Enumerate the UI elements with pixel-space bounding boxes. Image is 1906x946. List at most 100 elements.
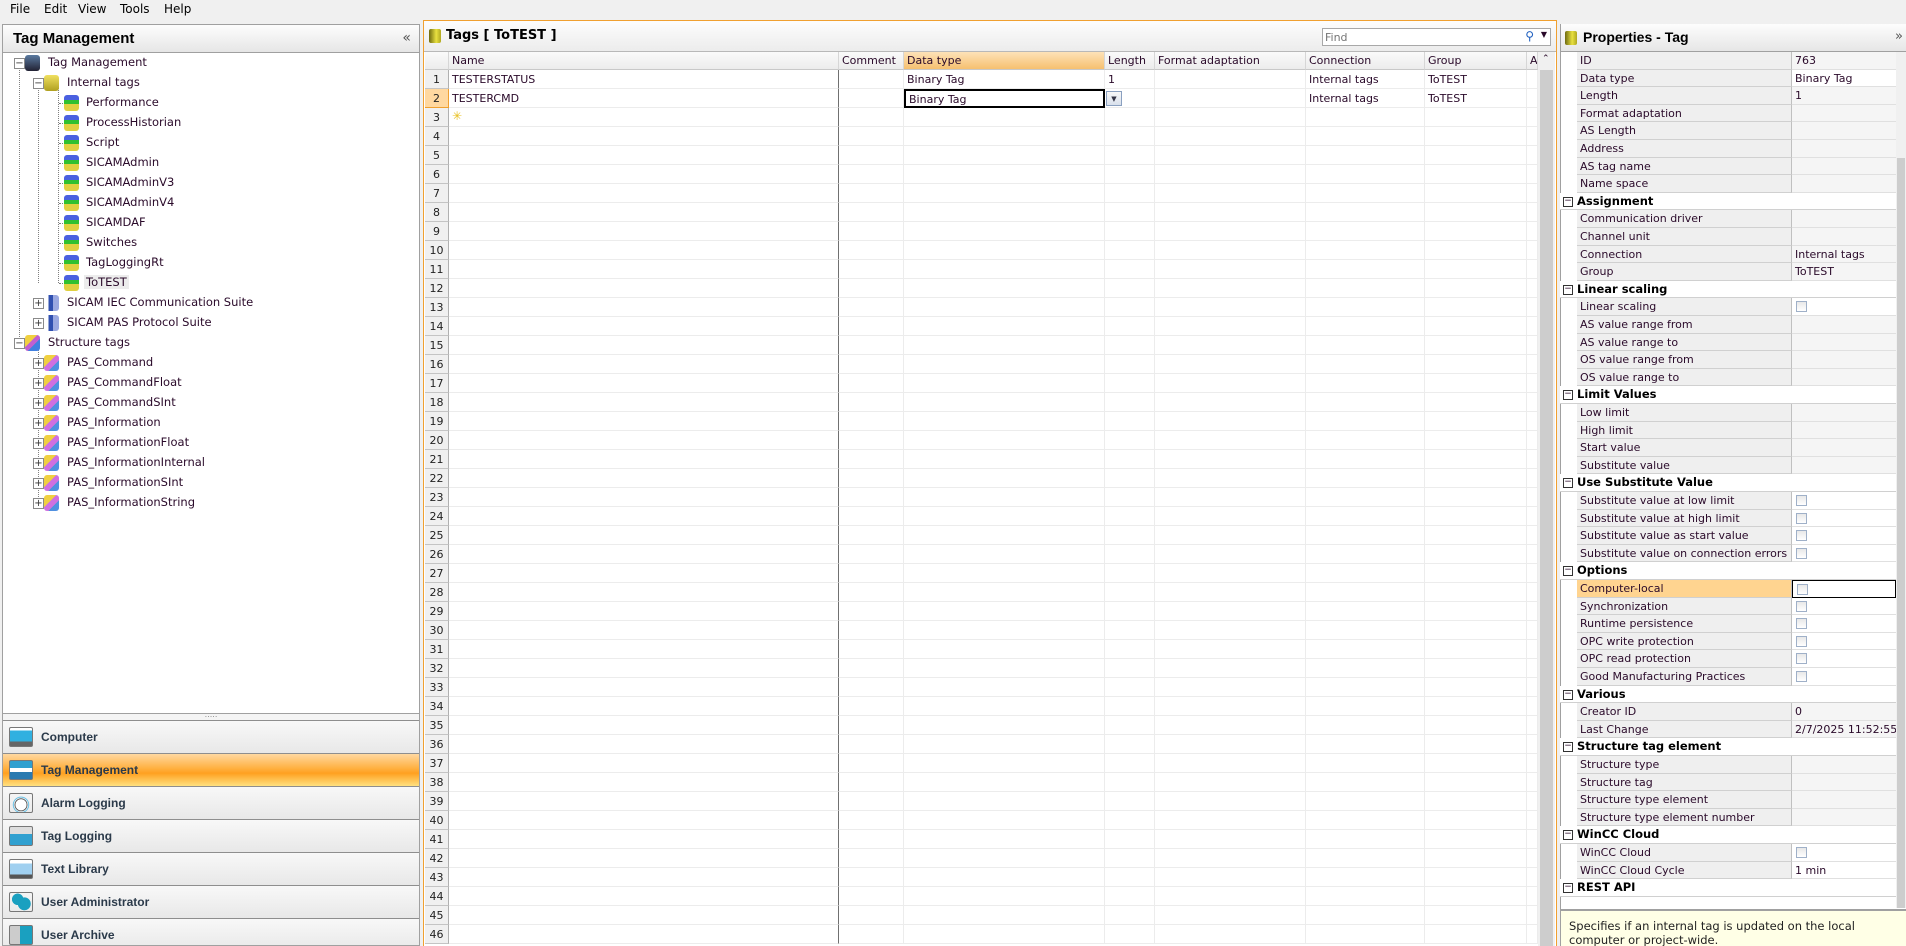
- cell-comment[interactable]: [839, 374, 904, 393]
- cell-format[interactable]: [1155, 830, 1306, 849]
- property-value[interactable]: [1792, 351, 1896, 369]
- cell-data-type[interactable]: [904, 849, 1105, 868]
- cell-extra[interactable]: [1527, 89, 1538, 108]
- cell-comment[interactable]: [839, 868, 904, 887]
- cell-extra[interactable]: [1527, 887, 1538, 906]
- cell-group[interactable]: [1425, 583, 1527, 602]
- cell-connection[interactable]: [1306, 469, 1425, 488]
- property-section-wincc-cloud[interactable]: − WinCC Cloud: [1560, 826, 1896, 844]
- cell-length[interactable]: [1105, 716, 1155, 735]
- property-value[interactable]: [1792, 210, 1896, 228]
- property-value[interactable]: [1792, 140, 1896, 158]
- property-row[interactable]: Structure type element: [1577, 791, 1896, 809]
- cell-comment[interactable]: [839, 792, 904, 811]
- cell-format[interactable]: [1155, 811, 1306, 830]
- menu-tools[interactable]: Tools: [120, 2, 150, 16]
- cell-extra[interactable]: [1527, 279, 1538, 298]
- property-checkbox[interactable]: [1797, 584, 1808, 595]
- find-input[interactable]: [1325, 30, 1505, 44]
- property-value[interactable]: [1792, 527, 1896, 545]
- cell-comment[interactable]: [839, 678, 904, 697]
- cell-comment[interactable]: [839, 697, 904, 716]
- cell-format[interactable]: [1155, 70, 1306, 89]
- cell-name[interactable]: [449, 355, 839, 374]
- search-icon[interactable]: ⚲: [1525, 29, 1534, 43]
- cell-name[interactable]: [449, 849, 839, 868]
- property-row[interactable]: Structure type: [1577, 756, 1896, 774]
- cell-length[interactable]: [1105, 830, 1155, 849]
- cell-connection[interactable]: [1306, 355, 1425, 374]
- row-number[interactable]: 42: [425, 849, 449, 868]
- cell-name[interactable]: [449, 412, 839, 431]
- cell-connection[interactable]: [1306, 773, 1425, 792]
- collapse-panel-button[interactable]: «: [402, 30, 411, 46]
- tree-item[interactable]: SICAMAdminV4: [3, 194, 413, 212]
- cell-extra[interactable]: [1527, 868, 1538, 887]
- cell-connection[interactable]: [1306, 279, 1425, 298]
- cell-data-type[interactable]: [904, 260, 1105, 279]
- property-checkbox[interactable]: [1796, 301, 1807, 313]
- menu-edit[interactable]: Edit: [44, 2, 67, 16]
- cell-connection[interactable]: [1306, 393, 1425, 412]
- cell-extra[interactable]: [1527, 640, 1538, 659]
- property-value[interactable]: [1792, 756, 1896, 774]
- row-number[interactable]: 13: [425, 298, 449, 317]
- property-row[interactable]: ID 763: [1577, 52, 1896, 70]
- cell-format[interactable]: [1155, 887, 1306, 906]
- property-value[interactable]: [1792, 632, 1896, 651]
- cell-connection[interactable]: [1306, 735, 1425, 754]
- cell-group[interactable]: [1425, 773, 1527, 792]
- cell-connection[interactable]: [1306, 925, 1425, 944]
- cell-format[interactable]: [1155, 374, 1306, 393]
- cell-format[interactable]: [1155, 146, 1306, 165]
- cell-name[interactable]: [449, 868, 839, 887]
- cell-extra[interactable]: [1527, 583, 1538, 602]
- cell-connection[interactable]: [1306, 849, 1425, 868]
- row-number[interactable]: 25: [425, 526, 449, 545]
- tree-item[interactable]: + SICAM IEC Communication Suite: [3, 294, 413, 312]
- tree-item[interactable]: SICAMAdmin: [3, 154, 413, 172]
- cell-group[interactable]: [1425, 488, 1527, 507]
- property-row[interactable]: Good Manufacturing Practices: [1577, 668, 1896, 686]
- cell-format[interactable]: [1155, 431, 1306, 450]
- cell-connection[interactable]: [1306, 374, 1425, 393]
- cell-group[interactable]: [1425, 108, 1527, 127]
- cell-data-type[interactable]: [904, 393, 1105, 412]
- cell-data-type[interactable]: [904, 887, 1105, 906]
- property-value[interactable]: 763: [1792, 52, 1896, 70]
- property-row[interactable]: Structure type element number: [1577, 808, 1896, 827]
- cell-comment[interactable]: [839, 887, 904, 906]
- cell-extra[interactable]: [1527, 811, 1538, 830]
- cell-extra[interactable]: [1527, 317, 1538, 336]
- cell-length[interactable]: [1105, 184, 1155, 203]
- collapse-icon[interactable]: −: [33, 78, 44, 89]
- cell-length[interactable]: [1105, 906, 1155, 925]
- cell-format[interactable]: [1155, 659, 1306, 678]
- cell-name[interactable]: [449, 298, 839, 317]
- cell-comment[interactable]: [839, 564, 904, 583]
- tree-item[interactable]: SICAMDAF: [3, 214, 413, 232]
- cell-group[interactable]: [1425, 545, 1527, 564]
- cell-comment[interactable]: [839, 583, 904, 602]
- tree-item[interactable]: Performance: [3, 94, 413, 112]
- cell-group[interactable]: [1425, 735, 1527, 754]
- cell-group[interactable]: [1425, 716, 1527, 735]
- column-header-connection[interactable]: Connection: [1306, 52, 1425, 70]
- property-row[interactable]: Substitute value at low limit: [1577, 492, 1896, 510]
- cell-comment[interactable]: [839, 108, 904, 127]
- row-number[interactable]: 23: [425, 488, 449, 507]
- cell-extra[interactable]: [1527, 925, 1538, 944]
- expand-icon[interactable]: +: [33, 458, 44, 469]
- cell-extra[interactable]: [1527, 374, 1538, 393]
- cell-comment[interactable]: [839, 412, 904, 431]
- cell-format[interactable]: [1155, 868, 1306, 887]
- cell-name[interactable]: [449, 773, 839, 792]
- cell-name[interactable]: [449, 811, 839, 830]
- cell-name[interactable]: [449, 317, 839, 336]
- cell-format[interactable]: [1155, 450, 1306, 469]
- cell-length[interactable]: [1105, 678, 1155, 697]
- cell-length[interactable]: [1105, 507, 1155, 526]
- property-row[interactable]: Substitute value: [1577, 456, 1896, 475]
- cell-comment[interactable]: [839, 393, 904, 412]
- property-value[interactable]: [1792, 175, 1896, 193]
